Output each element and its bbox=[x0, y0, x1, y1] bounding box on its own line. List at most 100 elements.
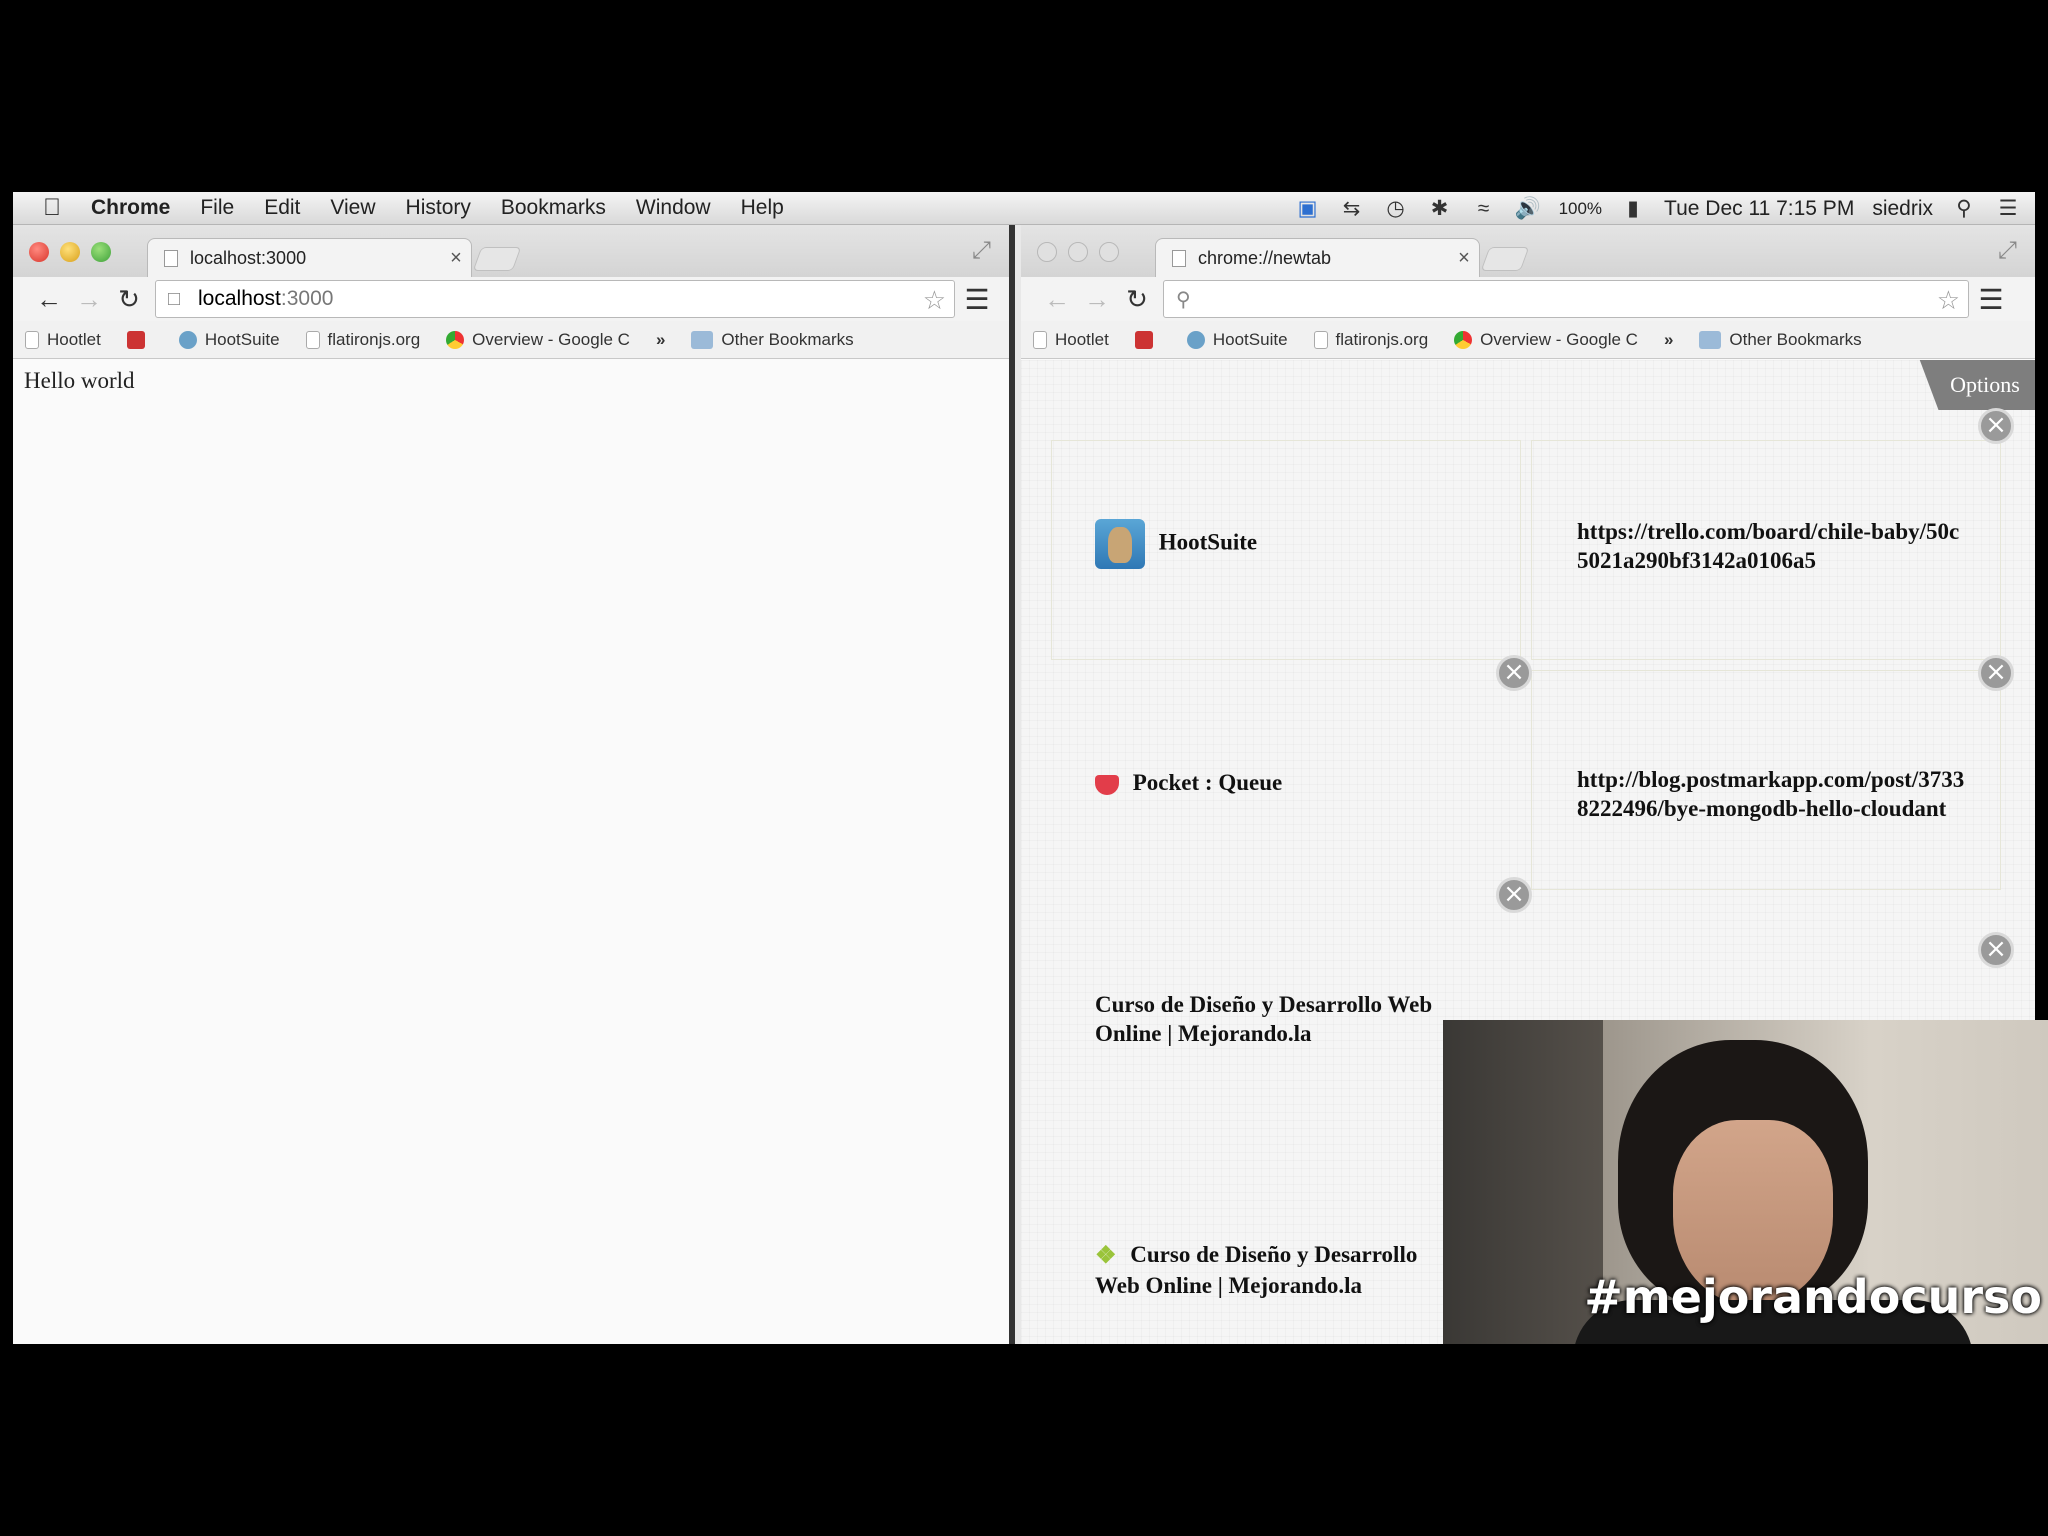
bookmark-hootsuite[interactable]: HootSuite bbox=[178, 329, 280, 350]
bookmark-extension[interactable] bbox=[1134, 330, 1161, 349]
most-visited-tile[interactable]: Curso de Diseño y Desarrollo Web Online … bbox=[1095, 990, 1485, 1048]
tab-close-icon[interactable]: × bbox=[441, 247, 471, 270]
chrome-menu-icon[interactable]: ☰ bbox=[955, 283, 999, 316]
most-visited-tile[interactable]: https://trello.com/board/chile-baby/50c5… bbox=[1577, 517, 1967, 575]
back-button[interactable]: ← bbox=[1037, 284, 1077, 315]
volume-icon[interactable]: 🔊 bbox=[1515, 197, 1541, 221]
other-bookmarks-folder[interactable]: Other Bookmarks bbox=[1699, 329, 1862, 350]
tile-title: Pocket : Queue bbox=[1132, 770, 1283, 795]
sync-icon[interactable]: ⇆ bbox=[1339, 196, 1365, 221]
zoom-window-button[interactable] bbox=[1099, 242, 1119, 262]
fullscreen-icon[interactable]: ⤢ bbox=[1998, 237, 2017, 265]
fullscreen-icon[interactable]: ⤢ bbox=[972, 237, 991, 265]
options-button[interactable]: Options bbox=[1919, 360, 2035, 410]
tile-title: Curso de Diseño y Desarrollo Web Online … bbox=[1095, 1242, 1418, 1299]
most-visited-tile[interactable]: ❖ Curso de Diseño y Desarrollo Web Onlin… bbox=[1095, 1240, 1465, 1300]
bookmark-extension[interactable] bbox=[126, 330, 153, 349]
zoom-window-button[interactable] bbox=[91, 242, 111, 262]
mac-menubar:  Chrome File Edit View History Bookmark… bbox=[13, 192, 2035, 225]
titlebar: localhost:3000 × ⤢ bbox=[13, 225, 1009, 278]
bluetooth-icon[interactable]: ✱ bbox=[1427, 196, 1453, 221]
page-icon: □ bbox=[168, 287, 181, 310]
menu-window[interactable]: Window bbox=[636, 196, 711, 220]
reload-button[interactable]: ↻ bbox=[1117, 284, 1157, 315]
bookmark-label: Hootlet bbox=[1055, 329, 1109, 349]
menu-edit[interactable]: Edit bbox=[264, 196, 300, 220]
bookmark-star-icon[interactable]: ☆ bbox=[923, 285, 946, 316]
hootsuite-icon bbox=[178, 330, 197, 349]
wifi-icon[interactable]: ≈ bbox=[1471, 197, 1497, 221]
battery-icon[interactable]: ▮ bbox=[1620, 196, 1646, 221]
bookmark-hootlet[interactable]: Hootlet bbox=[1033, 330, 1109, 350]
most-visited-tile[interactable]: Pocket : Queue bbox=[1095, 768, 1545, 797]
url-port: :3000 bbox=[280, 287, 334, 310]
tile-title: Curso de Diseño y Desarrollo Web Online … bbox=[1095, 992, 1433, 1046]
bookmark-flatironjs[interactable]: flatironjs.org bbox=[1313, 330, 1428, 350]
hootsuite-icon bbox=[1186, 330, 1205, 349]
menu-help[interactable]: Help bbox=[741, 196, 784, 220]
bookmark-label: Overview - Google C bbox=[1480, 329, 1638, 349]
bookmark-label: HootSuite bbox=[204, 329, 280, 349]
menu-history[interactable]: History bbox=[406, 196, 471, 220]
bookmark-overview-google[interactable]: Overview - Google C bbox=[446, 330, 630, 350]
time-machine-icon[interactable]: ◷ bbox=[1383, 196, 1409, 221]
menu-file[interactable]: File bbox=[200, 196, 234, 220]
chrome-menu-icon[interactable]: ☰ bbox=[1969, 283, 2013, 316]
more-bookmarks-chevron-icon[interactable]: » bbox=[1664, 330, 1673, 350]
new-tab-button[interactable] bbox=[472, 247, 522, 271]
page-icon bbox=[25, 330, 39, 349]
minimize-window-button[interactable] bbox=[1068, 242, 1088, 262]
most-visited-tile[interactable]: HootSuite bbox=[1095, 519, 1545, 569]
most-visited-tile[interactable]: http://blog.postmarkapp.com/post/3733822… bbox=[1577, 765, 1967, 823]
google-icon bbox=[1454, 330, 1473, 349]
url-host: localhost bbox=[198, 287, 281, 310]
remove-tile-close-icon[interactable]: × bbox=[1978, 655, 2014, 691]
address-bar[interactable]: ⚲ ☆ bbox=[1163, 280, 1969, 318]
bookmark-star-icon[interactable]: ☆ bbox=[1937, 285, 1960, 316]
tile-title: http://blog.postmarkapp.com/post/3733822… bbox=[1577, 767, 1965, 821]
tile-title: https://trello.com/board/chile-baby/50c5… bbox=[1577, 519, 1960, 573]
dropbox-icon[interactable]: ▣ bbox=[1295, 196, 1321, 221]
bookmark-label: Hootlet bbox=[47, 329, 101, 349]
remove-tile-close-icon[interactable]: × bbox=[1978, 932, 2014, 968]
tab-newtab[interactable]: chrome://newtab × bbox=[1155, 238, 1480, 278]
menubar-status-area: ▣ ⇆ ◷ ✱ ≈ 🔊 100% ▮ Tue Dec 11 7:15 PM si… bbox=[1295, 192, 2021, 225]
menu-chrome[interactable]: Chrome bbox=[91, 196, 170, 220]
tab-title: chrome://newtab bbox=[1198, 248, 1332, 268]
more-bookmarks-chevron-icon[interactable]: » bbox=[656, 330, 665, 350]
menubar-clock[interactable]: Tue Dec 11 7:15 PM bbox=[1664, 197, 1854, 221]
remove-tile-close-icon[interactable]: × bbox=[1978, 408, 2014, 444]
bookmarks-bar: Hootlet HootSuite flatironjs.org Overvie… bbox=[1021, 321, 2035, 359]
minimize-window-button[interactable] bbox=[60, 242, 80, 262]
bookmark-hootsuite[interactable]: HootSuite bbox=[1186, 330, 1288, 350]
page-content: Hello world bbox=[13, 360, 1009, 1344]
tab-close-icon[interactable]: × bbox=[1449, 247, 1479, 270]
reload-button[interactable]: ↻ bbox=[109, 284, 149, 315]
bookmark-flatironjs[interactable]: flatironjs.org bbox=[305, 329, 421, 350]
forward-button[interactable]: → bbox=[69, 284, 109, 315]
remove-tile-close-icon[interactable]: × bbox=[1496, 655, 1532, 691]
new-tab-button[interactable] bbox=[1480, 247, 1530, 271]
tab-localhost[interactable]: localhost:3000 × bbox=[147, 238, 472, 278]
spotlight-search-icon[interactable]: ⚲ bbox=[1951, 196, 1977, 221]
forward-button[interactable]: → bbox=[1077, 284, 1117, 315]
menu-view[interactable]: View bbox=[330, 196, 375, 220]
webcam-background-door bbox=[1443, 1020, 1603, 1344]
bookmark-label: Other Bookmarks bbox=[1729, 329, 1862, 349]
remove-tile-close-icon[interactable]: × bbox=[1496, 877, 1532, 913]
menubar-user[interactable]: siedrix bbox=[1872, 197, 1933, 221]
bookmark-overview-google[interactable]: Overview - Google C bbox=[1454, 330, 1638, 350]
apple-menu-icon[interactable]:  bbox=[35, 194, 69, 222]
notification-center-icon[interactable]: ☰ bbox=[1995, 196, 2021, 221]
menu-bookmarks[interactable]: Bookmarks bbox=[501, 196, 606, 220]
browser-toolbar: ← → ↻ ⚲ ☆ ☰ bbox=[1021, 277, 2035, 321]
pocket-icon bbox=[1095, 774, 1119, 795]
address-bar[interactable]: □ localhost :3000 ☆ bbox=[155, 280, 955, 318]
bookmark-hootlet[interactable]: Hootlet bbox=[25, 330, 101, 350]
other-bookmarks-folder[interactable]: Other Bookmarks bbox=[691, 330, 854, 350]
page-icon bbox=[305, 330, 320, 349]
back-button[interactable]: ← bbox=[29, 284, 69, 315]
close-window-button[interactable] bbox=[1037, 242, 1057, 262]
close-window-button[interactable] bbox=[29, 242, 49, 262]
bookmark-label: flatironjs.org bbox=[327, 329, 421, 349]
